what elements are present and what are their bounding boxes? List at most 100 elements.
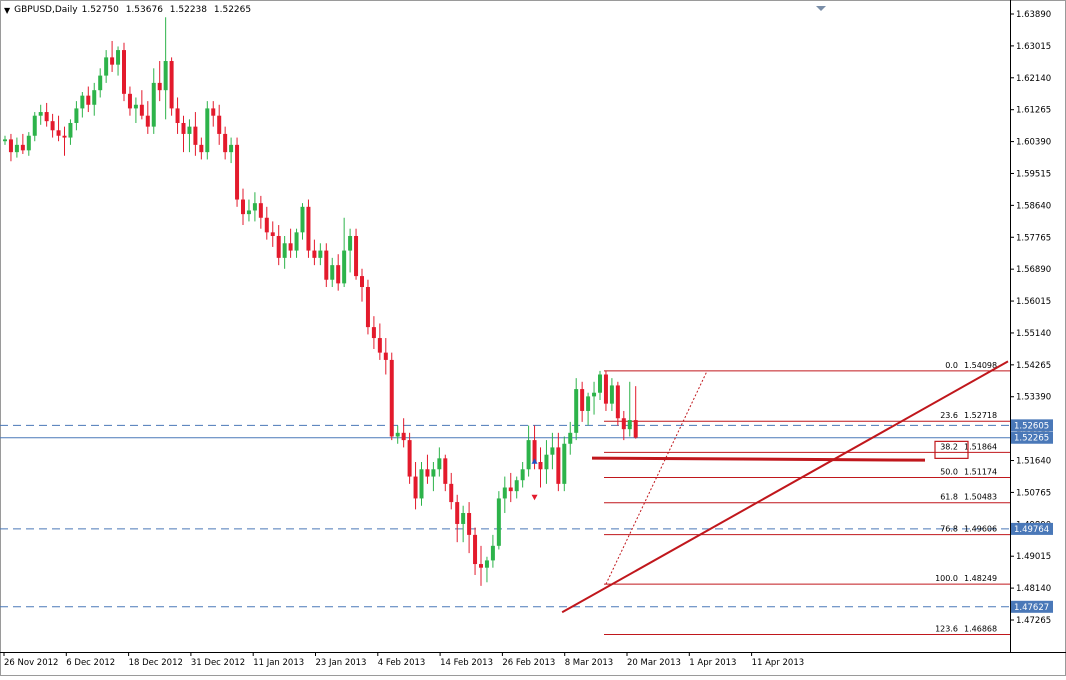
- price-tag-label: 1.52265: [1014, 434, 1049, 444]
- y-tick-label: 1.63890: [1016, 10, 1051, 20]
- x-tick-label: 4 Feb 2013: [378, 658, 426, 668]
- candle-body: [568, 432, 573, 444]
- fib-level-label: 76.8: [940, 525, 958, 534]
- candle-body: [50, 121, 55, 131]
- candle-body: [300, 206, 305, 233]
- fib-price-label: 1.54098: [964, 361, 997, 370]
- candle-body: [484, 560, 489, 568]
- candle[interactable]: [389, 352, 394, 441]
- candle[interactable]: [169, 57, 174, 116]
- fib-price-label: 1.50483: [964, 493, 997, 502]
- candle-body: [354, 235, 359, 277]
- candle-body: [252, 203, 257, 211]
- candle-body: [139, 104, 144, 116]
- fib-price-label: 1.52718: [964, 411, 997, 420]
- candle-body: [609, 385, 614, 404]
- fib-level-label: 61.8: [940, 493, 958, 502]
- candle-body: [377, 338, 382, 353]
- candle-body: [627, 420, 632, 430]
- candle-body: [562, 443, 567, 484]
- candle-body: [157, 82, 162, 91]
- candle-body: [360, 276, 364, 288]
- candle-body: [74, 108, 79, 123]
- candle-body: [473, 534, 478, 565]
- y-tick-label: 1.48140: [1016, 584, 1051, 594]
- price-tag-label: 1.47627: [1014, 603, 1049, 613]
- y-tick-label: 1.49015: [1016, 552, 1051, 562]
- fib-price-label: 1.51174: [964, 468, 997, 477]
- price-chart[interactable]: 0.0 1.54098 23.6 1.52718 38.2 1.51864 50.0 1.51…: [0, 0, 1066, 676]
- y-tick-label: 1.56890: [1016, 265, 1051, 275]
- chart-header: ▼ GBPUSD,Daily 1.52750 1.53676 1.52238 1…: [4, 5, 255, 15]
- candle-body: [383, 352, 388, 360]
- candle-body: [401, 432, 406, 441]
- y-tick-label: 1.47265: [1016, 616, 1051, 626]
- candle[interactable]: [365, 279, 370, 335]
- candle[interactable]: [407, 432, 412, 484]
- candle-body: [44, 112, 49, 122]
- candle[interactable]: [205, 101, 210, 160]
- candle-body: [288, 243, 293, 251]
- candle-body: [229, 144, 234, 153]
- triangle-down-icon[interactable]: ▼: [4, 6, 10, 15]
- candle-body: [38, 112, 43, 116]
- candle-body: [92, 90, 97, 105]
- candle-body: [586, 396, 591, 411]
- candle[interactable]: [496, 491, 501, 550]
- candle[interactable]: [306, 199, 311, 258]
- y-tick-label: 1.60390: [1016, 138, 1051, 148]
- x-tick-label: 26 Feb 2013: [502, 658, 555, 668]
- candle[interactable]: [235, 137, 240, 207]
- candle[interactable]: [122, 42, 126, 102]
- candle-body: [181, 122, 186, 134]
- candle-body: [116, 50, 121, 65]
- x-tick-label: 8 Mar 2013: [565, 658, 613, 668]
- fib-level-label: 123.6: [935, 624, 958, 633]
- candle-body: [294, 232, 299, 251]
- candle-body: [508, 487, 513, 492]
- x-tick-label: 6 Dec 2012: [66, 658, 115, 668]
- candle-body: [145, 115, 150, 127]
- fib-level-label: 38.2: [940, 442, 958, 451]
- candle-body: [104, 57, 109, 76]
- x-tick-label: 11 Jan 2013: [253, 658, 304, 668]
- candle-body: [199, 144, 204, 153]
- support-line[interactable]: [591, 456, 926, 462]
- candle-body: [235, 144, 240, 200]
- candle-body: [20, 144, 25, 151]
- fib-level-label: 23.6: [940, 411, 958, 420]
- chart-window[interactable]: 0.0 1.54098 23.6 1.52718 38.2 1.51864 50.0 1.51…: [0, 0, 1066, 676]
- candle[interactable]: [354, 228, 359, 280]
- candle-body: [86, 95, 91, 105]
- candle-body: [241, 199, 245, 215]
- candle-body: [3, 139, 7, 142]
- ohlc-values: 1.52750 1.53676 1.52238 1.52265: [82, 5, 256, 15]
- candle-body: [514, 480, 519, 492]
- y-tick-label: 1.63015: [1016, 42, 1051, 52]
- x-tick-label: 11 Apr 2013: [752, 658, 805, 668]
- candle-body: [56, 130, 61, 136]
- fib-price-label: 1.51864: [964, 442, 997, 451]
- candle-body: [80, 95, 85, 109]
- candle-body: [306, 206, 311, 251]
- x-tick-label: 20 Mar 2013: [627, 658, 681, 668]
- fib-level-label: 100.0: [935, 574, 958, 583]
- candle-body: [26, 135, 31, 151]
- candle-body: [419, 469, 424, 499]
- candle-body: [621, 418, 626, 430]
- candle-body: [544, 454, 549, 470]
- y-tick-label: 1.58640: [1016, 201, 1051, 211]
- candle-body: [425, 469, 430, 477]
- candle-body: [371, 327, 376, 339]
- y-tick-label: 1.50765: [1016, 488, 1051, 498]
- candle-body: [264, 217, 269, 233]
- high-value: 1.53676: [125, 5, 163, 15]
- candle[interactable]: [562, 436, 567, 492]
- candle-body: [217, 115, 222, 134]
- x-tick-label: 14 Feb 2013: [440, 658, 493, 668]
- fib-price-label: 1.49606: [964, 525, 997, 534]
- candle-body: [455, 502, 460, 524]
- candle-body: [526, 440, 531, 470]
- candle-body: [413, 476, 418, 499]
- candle-body: [437, 458, 442, 470]
